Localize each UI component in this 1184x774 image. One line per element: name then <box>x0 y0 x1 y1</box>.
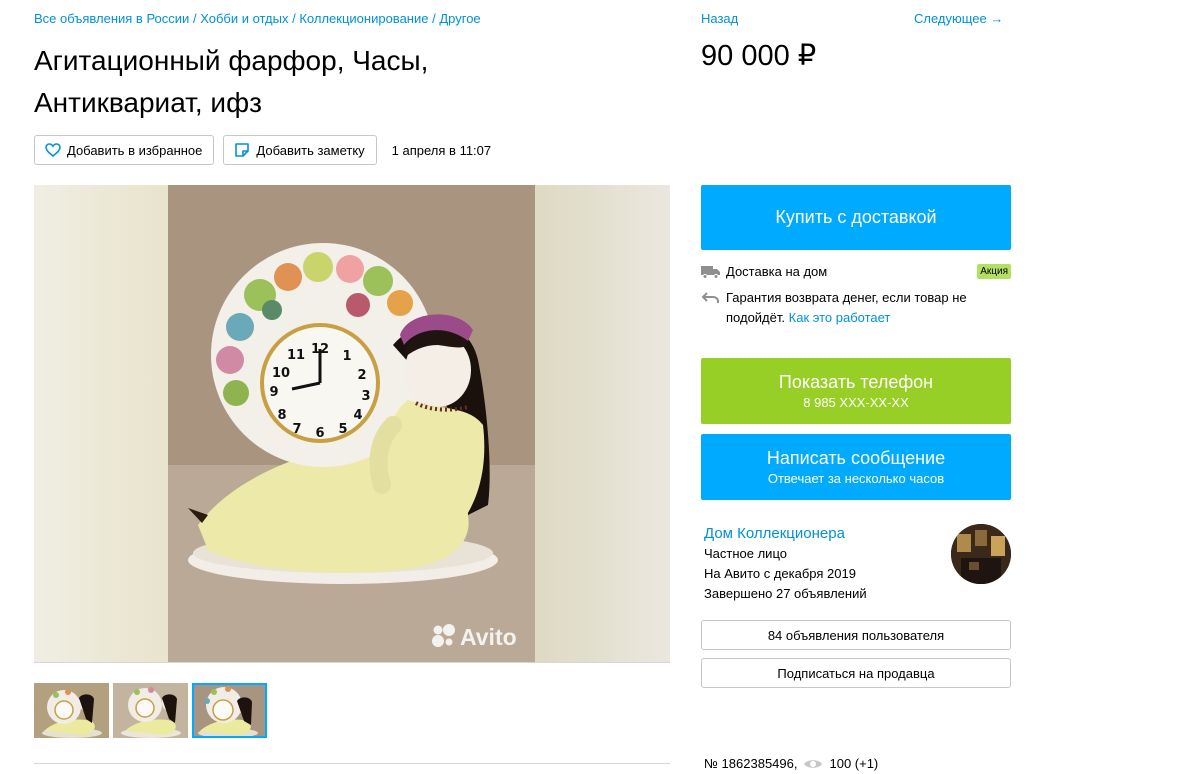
seller-listings-label: 84 объявления пользователя <box>767 627 945 643</box>
breadcrumb-collecting[interactable]: Коллекционирование <box>299 11 428 26</box>
show-phone-button[interactable]: Показать телефон 8 985 XXX-XX-XX <box>701 358 1011 424</box>
svg-text:3: 3 <box>361 389 370 404</box>
promo-badge: Акция <box>977 264 1011 279</box>
svg-text:8: 8 <box>277 408 286 423</box>
delivery-info: Доставка на дом Акция Гарантия возврата … <box>701 264 1011 328</box>
main-photo[interactable]: 12 1 2 3 4 5 6 7 8 9 10 11 <box>168 185 535 663</box>
views-count: 100 (+1) <box>829 756 879 771</box>
svg-text:2: 2 <box>357 368 366 383</box>
buy-with-delivery-label: Купить с доставкой <box>775 207 937 227</box>
svg-text:5: 5 <box>338 422 347 437</box>
svg-text:11: 11 <box>287 348 305 363</box>
buy-with-delivery-button[interactable]: Купить с доставкой <box>701 185 1011 250</box>
add-note-button[interactable]: Добавить заметку <box>223 135 377 165</box>
back-link[interactable]: Назад <box>701 11 738 26</box>
gallery-divider <box>34 662 670 663</box>
seller-name-link[interactable]: Дом Коллекционера <box>704 525 845 542</box>
response-time-text: Отвечает за несколько часов <box>767 471 945 486</box>
breadcrumb: Все объявления в России / Хобби и отдых … <box>34 11 481 26</box>
heart-icon <box>45 143 61 157</box>
seller-completed-listings: Завершено 27 объявлений <box>704 586 867 601</box>
breadcrumb-separator: / <box>192 11 197 26</box>
breadcrumb-other[interactable]: Другое <box>439 11 480 26</box>
note-icon <box>235 143 250 157</box>
page-title: Агитационный фарфор, Часы, Антиквариат, … <box>34 45 429 118</box>
subscribe-seller-button[interactable]: Подписаться на продавца <box>701 658 1011 688</box>
add-to-favorites-button[interactable]: Добавить в избранное <box>34 135 215 165</box>
listing-actions: Добавить в избранное Добавить заметку 1 … <box>34 135 491 165</box>
watermark-text: Avito <box>460 624 517 650</box>
write-message-button[interactable]: Написать сообщение Отвечает за несколько… <box>701 434 1011 500</box>
price: 90 000 ₽ <box>701 40 817 72</box>
svg-text:9: 9 <box>269 385 278 400</box>
breadcrumb-hobby[interactable]: Хобби и отдых <box>200 11 288 26</box>
breadcrumb-separator: / <box>432 11 436 26</box>
home-delivery-text: Доставка на дом <box>726 264 828 279</box>
svg-text:10: 10 <box>272 366 290 381</box>
truck-icon <box>701 265 720 279</box>
show-phone-label: Показать телефон <box>778 372 934 392</box>
seller-avatar[interactable] <box>951 524 1011 584</box>
return-arrow-icon <box>701 292 719 303</box>
seller-since: На Авито с декабря 2019 <box>704 566 856 581</box>
how-it-works-link[interactable]: Как это работает <box>789 310 891 325</box>
thumbnail-2-image <box>113 683 188 738</box>
phone-number-masked: 8 985 XXX-XX-XX <box>803 395 909 410</box>
add-note-label: Добавить заметку <box>256 142 365 158</box>
breadcrumb-all-russia[interactable]: Все объявления в России <box>34 11 189 26</box>
thumbnail-1[interactable] <box>34 683 109 738</box>
listing-number: № 1862385496, <box>704 756 798 771</box>
photo-gallery[interactable]: 12 1 2 3 4 5 6 7 8 9 10 11 <box>34 185 670 663</box>
content-divider <box>34 763 670 764</box>
listing-meta: № 1862385496, 100 (+1) <box>704 756 878 771</box>
seller-avatar-image <box>951 524 1011 584</box>
seller-listings-button[interactable]: 84 объявления пользователя <box>701 620 1011 650</box>
next-listing-link[interactable]: Следующее → <box>914 11 1003 26</box>
add-to-favorites-label: Добавить в избранное <box>67 142 203 158</box>
seller-info: Дом Коллекционера Частное лицо На Авито … <box>704 524 867 604</box>
eye-icon <box>804 759 823 768</box>
subscribe-seller-label: Подписаться на продавца <box>777 665 935 681</box>
write-message-label: Написать сообщение <box>766 448 946 468</box>
thumbnail-1-image <box>34 683 109 738</box>
breadcrumb-separator: / <box>292 11 296 26</box>
seller-type: Частное лицо <box>704 546 787 561</box>
svg-text:7: 7 <box>292 422 301 437</box>
svg-text:4: 4 <box>353 408 362 423</box>
svg-text:1: 1 <box>342 349 351 364</box>
thumbnail-3-selected[interactable] <box>192 683 267 738</box>
thumbnail-3-image <box>192 683 267 738</box>
thumbnail-2[interactable] <box>113 683 188 738</box>
svg-text:6: 6 <box>315 426 324 441</box>
porcelain-clock-figurine-image: 12 1 2 3 4 5 6 7 8 9 10 11 <box>168 185 535 663</box>
listing-date: 1 апреля в 11:07 <box>391 142 492 158</box>
thumbnail-strip <box>34 683 267 738</box>
